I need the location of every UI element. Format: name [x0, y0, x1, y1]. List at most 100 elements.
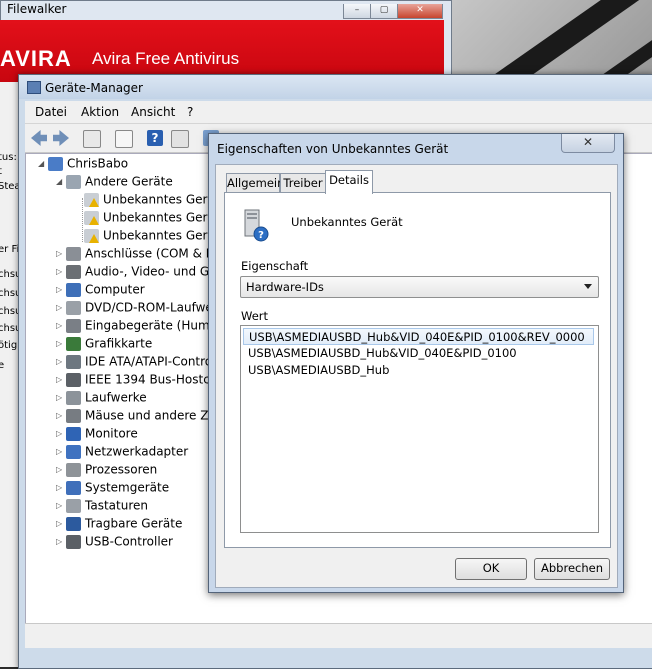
panel-icon[interactable]: [171, 130, 189, 148]
unknown-device-icon: [66, 174, 81, 189]
ieee1394-icon: [66, 372, 81, 387]
property-select-value: Hardware-IDs: [246, 280, 324, 294]
expand-arrow-icon[interactable]: ▷: [56, 303, 66, 312]
cancel-button[interactable]: Abbrechen: [534, 558, 610, 580]
maximize-button[interactable]: ▢: [370, 4, 398, 19]
tree-item[interactable]: ▷ Tastaturen: [56, 498, 148, 516]
tree-item-label: Laufwerke: [85, 390, 147, 405]
tree-item[interactable]: ▷ DVD/CD-ROM-Laufwerke: [56, 300, 232, 318]
list-item[interactable]: USB\ASMEDIAUSBD_Hub: [243, 362, 594, 379]
properties-dialog: Eigenschaften von Unbekanntes Gerät ✕ Al…: [208, 133, 624, 593]
tree-item-label: Prozessoren: [85, 462, 158, 477]
menu-datei[interactable]: Datei: [35, 105, 67, 119]
svg-text:?: ?: [258, 230, 264, 241]
close-button[interactable]: ✕: [561, 134, 615, 153]
menu-aktion[interactable]: Aktion: [81, 105, 119, 119]
expand-arrow-icon[interactable]: ▷: [56, 411, 66, 420]
expand-arrow-icon[interactable]: ▷: [56, 501, 66, 510]
warning-device-icon: [84, 228, 99, 243]
dialog-body: Allgemein Treiber Details ? Unbekanntes …: [215, 164, 618, 588]
tree-item-label: Grafikkarte: [85, 336, 153, 351]
avira-logo: AVIRA: [0, 46, 72, 71]
expand-arrow-icon[interactable]: ▷: [56, 393, 66, 402]
tree-item[interactable]: ◢ Andere Geräte: [56, 174, 173, 192]
value-listbox[interactable]: USB\ASMEDIAUSBD_Hub&VID_040E&PID_0100&RE…: [240, 325, 599, 533]
portable-device-icon: [66, 516, 81, 531]
tree-item[interactable]: ▷ Anschlüsse (COM & LPT): [56, 246, 232, 264]
expand-arrow-icon[interactable]: ▷: [56, 519, 66, 528]
close-button[interactable]: ✕: [397, 4, 443, 19]
warning-icon: [89, 233, 99, 243]
tree-item[interactable]: Unbekanntes Gerät: [74, 228, 220, 246]
tab-allgemein[interactable]: Allgemein: [226, 173, 284, 193]
tree-item[interactable]: ▷ USB-Controller: [56, 534, 173, 552]
menu-ansicht[interactable]: Ansicht: [131, 105, 175, 119]
system-device-icon: [66, 480, 81, 495]
list-item[interactable]: USB\ASMEDIAUSBD_Hub&VID_040E&PID_0100: [243, 345, 594, 362]
property-label: Eigenschaft: [241, 259, 309, 273]
expand-arrow-icon[interactable]: ▷: [56, 483, 66, 492]
list-item[interactable]: USB\ASMEDIAUSBD_Hub&VID_040E&PID_0100&RE…: [243, 328, 594, 345]
tree-item[interactable]: ▷ IDE ATA/ATAPI-Controller: [56, 354, 231, 372]
collapse-arrow-icon[interactable]: ◢: [38, 159, 48, 168]
menu-help[interactable]: ?: [187, 105, 193, 119]
expand-arrow-icon[interactable]: ▷: [56, 375, 66, 384]
tree-item[interactable]: ▷ Systemgeräte: [56, 480, 169, 498]
ok-button[interactable]: OK: [455, 558, 527, 580]
expand-arrow-icon[interactable]: ▷: [56, 285, 66, 294]
tree-item[interactable]: ▷ Laufwerke: [56, 390, 147, 408]
speaker-icon: [66, 264, 81, 279]
forward-arrow-icon[interactable]: [53, 130, 69, 146]
computer-icon: [48, 156, 63, 171]
side-panel-text: e: [0, 360, 4, 371]
details-panel: ? Unbekanntes Gerät Eigenschaft Hardware…: [224, 192, 611, 548]
minimize-button[interactable]: –: [343, 4, 371, 19]
expand-arrow-icon[interactable]: ▷: [56, 357, 66, 366]
device-manager-icon: [27, 81, 41, 94]
side-panel-text: tus:: [0, 152, 17, 163]
back-arrow-icon[interactable]: [31, 130, 47, 146]
expand-arrow-icon[interactable]: ▷: [56, 339, 66, 348]
tree-item[interactable]: ▷ Netzwerkadapter: [56, 444, 188, 462]
help-icon[interactable]: ?: [147, 130, 163, 146]
tab-details[interactable]: Details: [325, 170, 373, 194]
view-icon[interactable]: [83, 130, 101, 148]
ide-controller-icon: [66, 354, 81, 369]
properties-icon[interactable]: [115, 130, 133, 148]
tree-item[interactable]: ▷ Monitore: [56, 426, 138, 444]
device-name: Unbekanntes Gerät: [291, 215, 403, 229]
expand-arrow-icon[interactable]: ▷: [56, 537, 66, 546]
tree-item[interactable]: Unbekanntes Gerät: [74, 210, 220, 228]
expand-arrow-icon[interactable]: ▷: [56, 465, 66, 474]
tab-treiber[interactable]: Treiber: [280, 173, 326, 193]
warning-device-icon: [84, 210, 99, 225]
tree-item[interactable]: ▷ Tragbare Geräte: [56, 516, 182, 534]
side-panel-text: er Fi: [0, 244, 20, 255]
window-controls: – ▢ ✕: [343, 1, 447, 19]
mouse-icon: [66, 408, 81, 423]
tree-item[interactable]: ▷ Computer: [56, 282, 145, 300]
expand-arrow-icon[interactable]: ▷: [56, 447, 66, 456]
expand-arrow-icon[interactable]: ▷: [56, 249, 66, 258]
tree-item[interactable]: ▷ Grafikkarte: [56, 336, 152, 354]
tree-connector: [82, 198, 83, 242]
tree-item[interactable]: ◢ ChrisBabo: [38, 156, 128, 174]
monitor-icon: [66, 426, 81, 441]
tree-item[interactable]: Unbekanntes Gerät: [74, 192, 220, 210]
tree-item[interactable]: ▷ Prozessoren: [56, 462, 157, 480]
tree-item-label: Unbekanntes Gerät: [103, 228, 220, 243]
tree-item-label: Systemgeräte: [85, 480, 170, 495]
value-label: Wert: [241, 309, 269, 323]
expand-arrow-icon[interactable]: ▷: [56, 267, 66, 276]
dvd-drive-icon: [66, 300, 81, 315]
tree-item-label: ChrisBabo: [67, 156, 129, 171]
processor-icon: [66, 462, 81, 477]
collapse-arrow-icon[interactable]: ◢: [56, 177, 66, 186]
property-select[interactable]: Hardware-IDs: [240, 276, 599, 298]
expand-arrow-icon[interactable]: ▷: [56, 321, 66, 330]
filewalker-title: Filewalker: [7, 2, 67, 16]
usb-icon: [66, 534, 81, 549]
tree-item-label: Unbekanntes Gerät: [103, 192, 220, 207]
tree-item-label: Tastaturen: [85, 498, 148, 513]
expand-arrow-icon[interactable]: ▷: [56, 429, 66, 438]
